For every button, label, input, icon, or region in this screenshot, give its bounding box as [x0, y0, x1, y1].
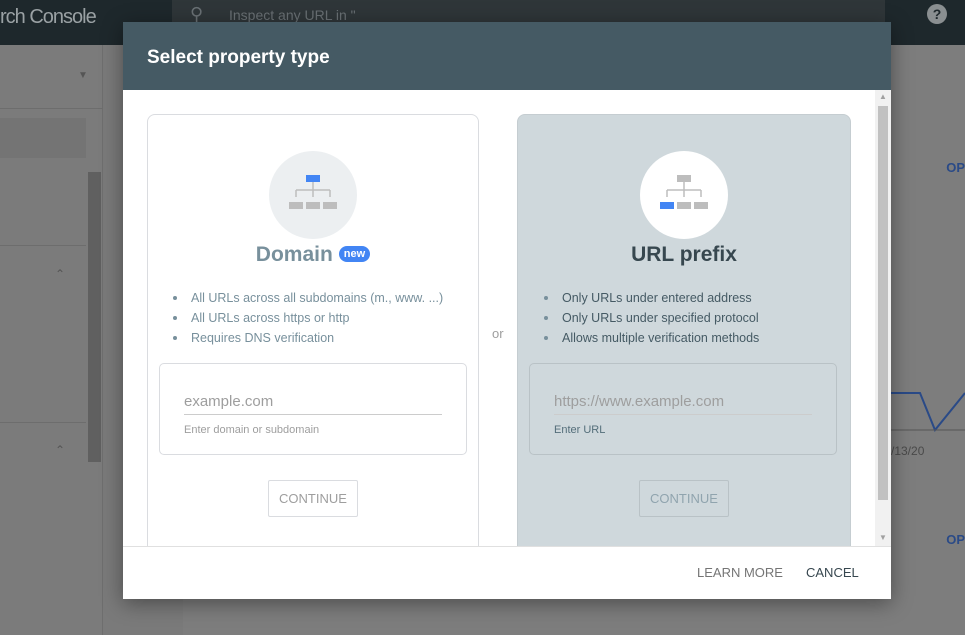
scroll-down-icon[interactable]: ▼ [879, 533, 887, 542]
app-title: rch Console [0, 6, 97, 28]
chart-date-label: /13/20 [891, 444, 925, 458]
url-prefix-continue-button[interactable]: CONTINUE [639, 480, 729, 517]
cancel-button[interactable]: CANCEL [806, 565, 859, 580]
dialog-footer: LEARN MORE CANCEL [123, 546, 891, 599]
sidebar-scrollbar[interactable] [88, 172, 101, 462]
domain-input-box: Enter domain or subdomain [159, 363, 467, 455]
chevron-up-icon[interactable]: ⌃ [55, 443, 65, 457]
sidebar: ▼ ⌃ ⌃ [0, 45, 103, 635]
dialog-scrollbar[interactable]: ▲ ▼ [875, 90, 891, 546]
background-chart-line [891, 392, 965, 432]
scrollbar-thumb[interactable] [878, 106, 888, 500]
domain-title: Domain [255, 243, 333, 266]
dialog-title: Select property type [123, 22, 891, 90]
domain-input[interactable] [184, 388, 442, 415]
domain-input-hint: Enter domain or subdomain [184, 424, 320, 436]
url-input-box: Enter URL [529, 363, 837, 455]
new-badge: new [338, 246, 371, 262]
url-input-hint: Enter URL [554, 424, 606, 436]
or-separator: or [492, 326, 504, 341]
url-prefix-card[interactable]: URL prefix Only URLs under entered addre… [517, 114, 851, 546]
feature-item: Requires DNS verification [172, 328, 443, 348]
feature-item: All URLs across https or http [172, 308, 443, 328]
open-report-link[interactable]: OP [946, 160, 965, 175]
help-icon[interactable]: ? [927, 4, 947, 24]
feature-item: Only URLs under entered address [543, 288, 759, 308]
chevron-up-icon[interactable]: ⌃ [55, 267, 65, 281]
open-report-link[interactable]: OP [946, 532, 965, 547]
domain-features: All URLs across all subdomains (m., www.… [172, 288, 443, 348]
select-property-type-dialog: Select property type Domain new All URLs … [123, 22, 891, 599]
dropdown-arrow-icon[interactable]: ▼ [78, 70, 88, 81]
sidebar-selected-item[interactable] [0, 118, 86, 158]
scroll-up-icon[interactable]: ▲ [879, 92, 887, 101]
url-prefix-title: URL prefix [631, 243, 737, 266]
feature-item: Only URLs under specified protocol [543, 308, 759, 328]
feature-item: All URLs across all subdomains (m., www.… [172, 288, 443, 308]
url-prefix-features: Only URLs under entered address Only URL… [543, 288, 759, 348]
sitemap-icon [269, 151, 357, 239]
search-placeholder: Inspect any URL in " [229, 7, 356, 23]
domain-continue-button[interactable]: CONTINUE [268, 480, 358, 517]
url-input[interactable] [554, 388, 812, 415]
learn-more-button[interactable]: LEARN MORE [697, 565, 783, 580]
domain-card[interactable]: Domain new All URLs across all subdomains… [147, 114, 479, 546]
feature-item: Allows multiple verification methods [543, 328, 759, 348]
sitemap-icon [640, 151, 728, 239]
